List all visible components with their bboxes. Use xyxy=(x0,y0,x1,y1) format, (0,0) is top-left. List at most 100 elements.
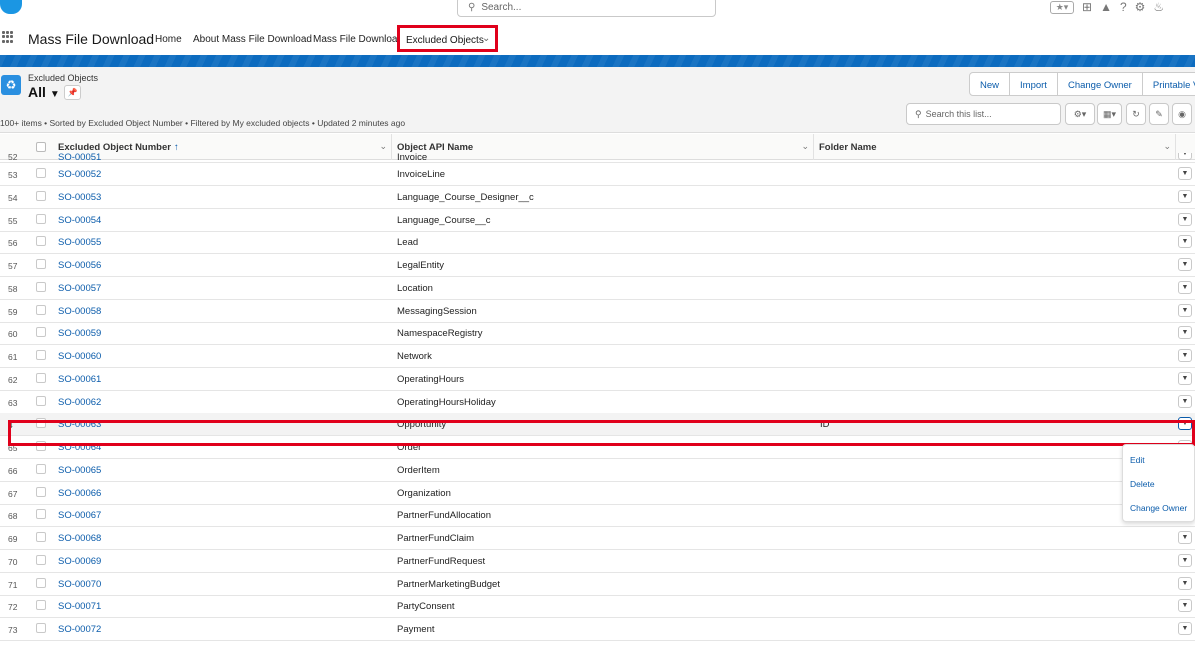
row-actions-caret-icon[interactable]: ▼ xyxy=(1178,212,1192,226)
row-checkbox[interactable] xyxy=(36,304,46,315)
add-icon[interactable]: ⊞ xyxy=(1082,0,1092,14)
excluded-object-link[interactable]: SO-00067 xyxy=(58,510,101,521)
table-row[interactable]: 63 SO-00062 OperatingHoursHoliday ▼ xyxy=(0,391,1195,414)
table-row-partial[interactable]: 52 SO-00051 Invoice ▼ xyxy=(0,153,1195,163)
refresh-icon[interactable]: ↻ xyxy=(1126,103,1146,125)
row-actions-caret-icon[interactable]: ▼ xyxy=(1178,394,1192,408)
excluded-object-link[interactable]: SO-00069 xyxy=(58,556,101,567)
trailhead-icon[interactable]: ▲ xyxy=(1100,0,1112,14)
table-row[interactable]: 54 SO-00053 Language_Course_Designer__c ▼ xyxy=(0,186,1195,209)
row-checkbox[interactable] xyxy=(36,168,46,178)
table-row[interactable]: 56 SO-00055 Lead ▼ xyxy=(0,231,1195,255)
excluded-object-link[interactable]: SO-00064 xyxy=(58,442,101,453)
row-checkbox[interactable] xyxy=(36,577,46,588)
row-checkbox[interactable] xyxy=(36,463,46,474)
column-menu-chevron-icon[interactable]: ⌄ xyxy=(801,141,809,152)
table-row[interactable]: 57 SO-00056 LegalEntity ▼ xyxy=(0,254,1195,277)
import-button[interactable]: Import xyxy=(1010,73,1058,95)
row-checkbox[interactable] xyxy=(36,395,46,406)
table-row[interactable]: 71 SO-00070 PartnerMarketingBudget ▼ xyxy=(0,573,1195,596)
sort-ascending-icon[interactable]: ↑ xyxy=(174,142,179,153)
row-checkbox[interactable] xyxy=(36,213,46,224)
excluded-object-link[interactable]: SO-00054 xyxy=(58,215,101,226)
table-row[interactable]: 55 SO-00054 Language_Course__c ▼ xyxy=(0,209,1195,232)
row-checkbox[interactable] xyxy=(36,190,46,201)
excluded-object-link[interactable]: SO-00071 xyxy=(58,601,101,612)
excluded-object-link[interactable]: SO-00065 xyxy=(58,465,101,476)
row-actions-caret-icon[interactable]: ▼ xyxy=(1178,599,1192,613)
display-as-table-icon[interactable]: ▦▾ xyxy=(1097,103,1122,125)
excluded-object-link[interactable]: SO-00058 xyxy=(58,306,101,317)
filter-icon[interactable]: ◉ xyxy=(1172,103,1192,125)
table-row[interactable]: 53 SO-00052 InvoiceLine ▼ xyxy=(0,163,1195,186)
table-row[interactable]: 65SO-00064Order▼ xyxy=(0,436,1195,459)
row-actions-caret-icon[interactable]: ▼ xyxy=(1178,167,1192,180)
table-row[interactable]: 58 SO-00057 Location ▼ xyxy=(0,277,1195,300)
row-checkbox[interactable] xyxy=(36,236,46,247)
table-row[interactable]: 60 SO-00059 NamespaceRegistry ▼ xyxy=(0,322,1195,346)
column-menu-chevron-icon[interactable]: ⌄ xyxy=(379,141,387,152)
table-row[interactable]: 68SO-00067PartnerFundAllocation▼ xyxy=(0,504,1195,528)
menu-item-change-owner[interactable]: Change Owner xyxy=(1130,503,1187,513)
excluded-object-link[interactable]: SO-00061 xyxy=(58,374,101,385)
gear-icon[interactable]: ⚙ xyxy=(1135,0,1146,14)
row-actions-caret-icon[interactable]: ▼ xyxy=(1178,153,1192,160)
excluded-object-link[interactable]: SO-00053 xyxy=(58,192,101,203)
pin-icon[interactable]: 📌 xyxy=(64,85,81,100)
row-actions-caret-icon[interactable]: ▼ xyxy=(1178,326,1192,340)
excluded-object-link[interactable]: SO-00060 xyxy=(58,351,101,362)
table-row[interactable]: 62 SO-00061 OperatingHours ▼ xyxy=(0,368,1195,391)
excluded-object-link[interactable]: SO-00057 xyxy=(58,283,101,294)
app-launcher-icon[interactable] xyxy=(2,31,14,43)
row-actions-caret-icon[interactable]: ▼ xyxy=(1178,371,1192,385)
row-actions-caret-icon[interactable]: ▼ xyxy=(1178,189,1192,203)
excluded-object-link[interactable]: SO-00055 xyxy=(58,237,101,248)
row-checkbox[interactable] xyxy=(36,281,46,292)
row-checkbox[interactable] xyxy=(36,418,46,429)
menu-item-edit[interactable]: Edit xyxy=(1130,455,1145,465)
new-button[interactable]: New xyxy=(970,73,1011,95)
caret-down-icon[interactable]: ▼ xyxy=(50,89,60,100)
table-row[interactable]: 72 SO-00071 PartyConsent ▼ xyxy=(0,595,1195,619)
row-actions-caret-icon[interactable]: ▼ xyxy=(1178,280,1192,294)
table-row[interactable]: 73 SO-00072 Payment ▼ xyxy=(0,618,1195,641)
row-actions-caret-icon[interactable]: ▼ xyxy=(1178,349,1192,362)
list-view-selector[interactable]: All ▼ xyxy=(28,84,60,100)
nav-item-home[interactable]: Home xyxy=(155,34,182,45)
row-checkbox[interactable] xyxy=(36,600,46,611)
nav-item-excluded-objects[interactable]: Excluded Objects ⌄ xyxy=(397,25,498,52)
row-checkbox[interactable] xyxy=(36,259,46,269)
favorites-star-icon[interactable]: ★▾ xyxy=(1050,0,1074,14)
excluded-object-link[interactable]: SO-00051 xyxy=(58,153,101,162)
excluded-object-link[interactable]: SO-00062 xyxy=(58,397,101,408)
row-actions-caret-icon[interactable]: ▼ xyxy=(1178,235,1192,249)
row-checkbox[interactable] xyxy=(36,350,46,360)
nav-item-about[interactable]: About Mass File Download xyxy=(193,34,312,45)
row-checkbox[interactable] xyxy=(36,327,46,338)
excluded-object-link[interactable]: SO-00072 xyxy=(58,624,101,635)
excluded-object-link[interactable]: SO-00056 xyxy=(58,260,101,271)
table-row[interactable]: 59 SO-00058 MessagingSession ▼ xyxy=(0,300,1195,323)
nav-item-mass-file-download[interactable]: Mass File Download xyxy=(313,34,403,45)
menu-item-delete[interactable]: Delete xyxy=(1130,479,1155,489)
excluded-object-link[interactable]: SO-00066 xyxy=(58,488,101,499)
row-checkbox[interactable] xyxy=(36,372,46,383)
row-checkbox[interactable] xyxy=(36,554,46,565)
table-row[interactable]: 66SO-00065OrderItem▼ xyxy=(0,459,1195,482)
list-settings-gear-icon[interactable]: ⚙▾ xyxy=(1065,103,1095,125)
chevron-down-icon[interactable]: ⌄ xyxy=(482,33,490,44)
table-row[interactable]: 67SO-00066Organization▼ xyxy=(0,482,1195,505)
list-search-input[interactable]: ⚲ Search this list... xyxy=(906,103,1061,125)
help-icon[interactable]: ? xyxy=(1120,0,1127,14)
printable-view-button[interactable]: Printable Vie xyxy=(1143,73,1195,95)
row-actions-caret-icon[interactable]: ▼ xyxy=(1178,258,1192,271)
row-actions-caret-icon[interactable]: ▼ xyxy=(1178,622,1192,635)
global-search-input[interactable]: ⚲ Search... xyxy=(457,0,716,17)
excluded-object-link[interactable]: SO-00052 xyxy=(58,169,101,180)
excluded-object-link[interactable]: SO-00059 xyxy=(58,328,101,339)
excluded-object-link[interactable]: SO-00063 xyxy=(58,419,101,430)
salesforce-logo-icon[interactable] xyxy=(0,0,22,14)
row-checkbox[interactable] xyxy=(36,486,46,497)
row-checkbox[interactable] xyxy=(36,623,46,633)
table-row[interactable]: 70 SO-00069 PartnerFundRequest ▼ xyxy=(0,550,1195,573)
